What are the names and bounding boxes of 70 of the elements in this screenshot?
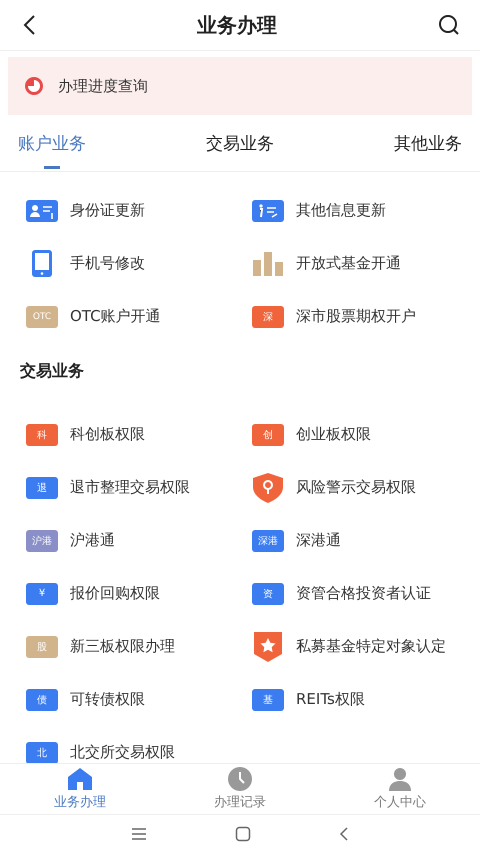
back-icon: [339, 826, 349, 842]
service-item[interactable]: 沪港 沪港通: [26, 514, 252, 567]
service-label: 北交所交易权限: [70, 743, 175, 762]
service-item[interactable]: 风险警示交易权限: [252, 461, 480, 514]
service-item[interactable]: 深 深市股票期权开户: [252, 290, 480, 343]
badge-icon: 北: [26, 742, 58, 763]
service-item[interactable]: OTC OTC账户开通: [26, 290, 252, 343]
service-item[interactable]: 深港 深港通: [252, 514, 480, 567]
badge-icon: ¥: [26, 582, 58, 604]
badge-icon: 沪港: [26, 530, 58, 552]
badge-icon: OTC: [26, 306, 58, 328]
badge-icon: 深港: [252, 530, 284, 552]
progress-query-banner[interactable]: 办理进度查询: [8, 57, 472, 115]
search-icon: [438, 14, 460, 36]
category-tab[interactable]: 账户业务: [18, 119, 86, 171]
service-label: 沪港通: [70, 531, 115, 550]
section-title: 交易业务: [19, 360, 85, 382]
page-title: 业务办理: [197, 12, 277, 38]
service-label: 私募基金特定对象认定: [296, 637, 446, 656]
service-label: 新三板权限办理: [70, 637, 175, 656]
service-label: 风险警示交易权限: [296, 478, 416, 497]
service-item[interactable]: 基 REITs权限: [252, 673, 480, 726]
square-icon: [235, 826, 251, 842]
nav-tab[interactable]: 个人中心: [320, 764, 480, 814]
service-item[interactable]: 资 资管合格投资者认证: [252, 567, 480, 620]
banner-label: 办理进度查询: [58, 76, 148, 96]
service-item[interactable]: 私募基金特定对象认定: [252, 620, 480, 673]
service-label: 退市整理交易权限: [70, 478, 190, 497]
service-item[interactable]: 开放式基金开通: [252, 237, 480, 290]
badge-icon: 科: [26, 424, 58, 446]
service-label: 手机号修改: [70, 254, 145, 273]
category-tab[interactable]: 交易业务: [206, 119, 274, 171]
service-item[interactable]: 手机号修改: [26, 237, 252, 290]
service-item[interactable]: 科 科创板权限: [26, 408, 252, 461]
service-item[interactable]: 身份证更新: [26, 184, 252, 237]
service-label: REITs权限: [296, 690, 365, 709]
badge-icon: 债: [26, 688, 58, 710]
badge-icon: 资: [252, 582, 284, 604]
nav-tab[interactable]: 业务办理: [0, 764, 160, 814]
service-label: 报价回购权限: [70, 584, 160, 603]
service-label: OTC账户开通: [70, 307, 161, 326]
home-icon: [67, 767, 93, 791]
service-item[interactable]: 债 可转债权限: [26, 673, 252, 726]
service-item[interactable]: 其他信息更新: [252, 184, 480, 237]
service-label: 深港通: [296, 531, 341, 550]
service-label: 开放式基金开通: [296, 254, 401, 273]
service-label: 资管合格投资者认证: [296, 584, 431, 603]
service-item[interactable]: 股 新三板权限办理: [26, 620, 252, 673]
badge-icon: 基: [252, 688, 284, 710]
progress-icon: [24, 76, 44, 96]
service-label: 可转债权限: [70, 690, 145, 709]
badge-icon: 创: [252, 424, 284, 446]
service-item[interactable]: ¥ 报价回购权限: [26, 567, 252, 620]
person-icon: [388, 767, 412, 791]
badge-icon: 退: [26, 476, 58, 498]
menu-icon: [131, 827, 147, 841]
service-label: 其他信息更新: [296, 201, 386, 220]
badge-icon: 股: [26, 636, 58, 658]
service-item[interactable]: 退 退市整理交易权限: [26, 461, 252, 514]
back-icon: [22, 14, 36, 36]
category-tab[interactable]: 其他业务: [394, 119, 462, 171]
service-label: 身份证更新: [70, 201, 145, 220]
service-label: 创业板权限: [296, 425, 371, 444]
badge-icon: 深: [252, 306, 284, 328]
clock-icon: [228, 767, 252, 791]
nav-tab[interactable]: 办理记录: [160, 764, 320, 814]
service-label: 科创板权限: [70, 425, 145, 444]
service-item[interactable]: 北 北交所交易权限: [26, 726, 252, 763]
service-label: 深市股票期权开户: [296, 307, 416, 326]
service-item[interactable]: 创 创业板权限: [252, 408, 480, 461]
